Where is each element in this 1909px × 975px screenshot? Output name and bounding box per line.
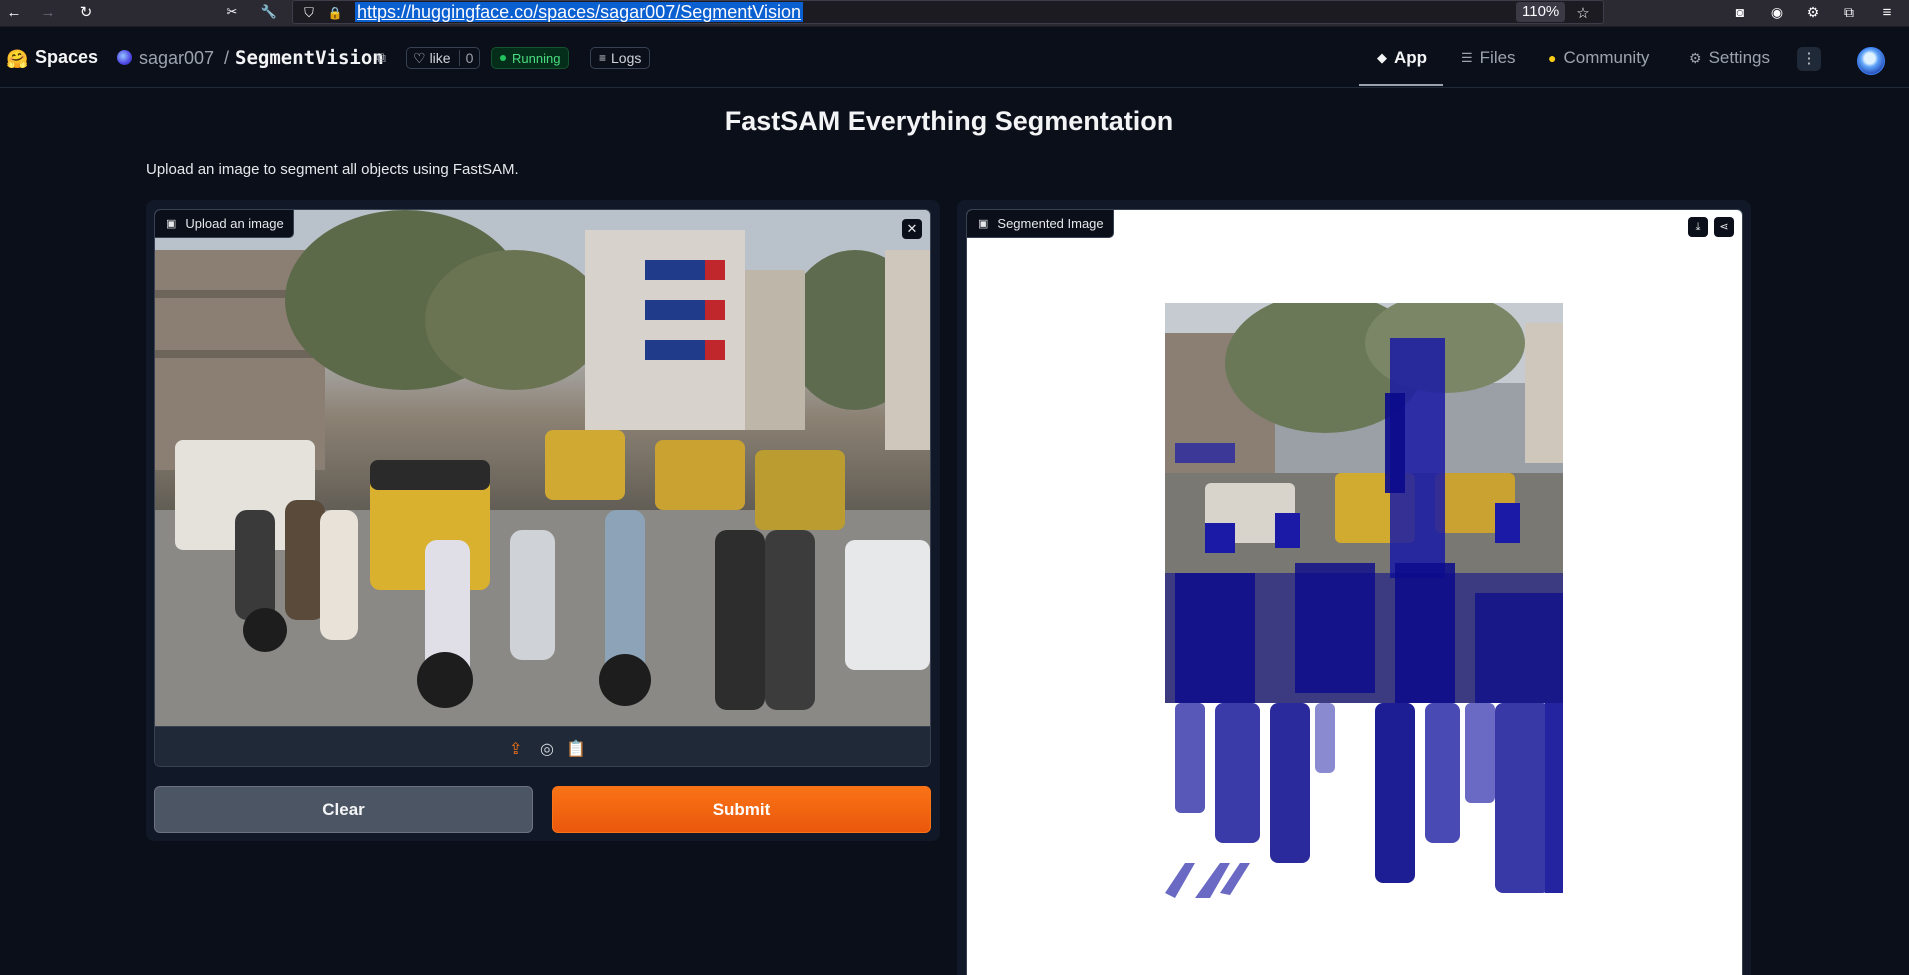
puzzle-icon[interactable]: ⧉ (1840, 0, 1858, 24)
page-title: FastSAM Everything Segmentation (724, 106, 1174, 136)
cube-icon: ◆ (1377, 50, 1387, 65)
upload-label: ▣ Upload an image (155, 210, 294, 238)
tracking-icon[interactable]: ✂ (222, 0, 242, 24)
logs-label: Logs (611, 50, 642, 66)
page-description: Upload an image to segment all objects u… (146, 161, 519, 178)
back-icon[interactable]: ← (4, 0, 24, 24)
status-dot-icon (500, 55, 506, 61)
share-icon[interactable]: ⋖ (1714, 217, 1734, 237)
clear-button[interactable]: Clear (154, 786, 533, 833)
owner-avatar (117, 50, 132, 65)
submit-button[interactable]: Submit (552, 786, 931, 833)
upload-source-toolbar: ⇪ ◎ 📋 (155, 726, 930, 766)
user-avatar[interactable] (1857, 47, 1885, 75)
hf-header: 🤗 Spaces sagar007 / SegmentVision ⧉ ♡ li… (0, 27, 1909, 88)
like-label: like (429, 50, 451, 66)
zoom-level[interactable]: 110% (1516, 2, 1566, 22)
tab-community-label: Community (1563, 48, 1650, 67)
output-panel: ▣ Segmented Image ⤓ ⋖ (957, 200, 1751, 975)
reload-icon[interactable]: ↻ (76, 0, 96, 24)
like-button[interactable]: ♡ like 0 (406, 47, 481, 69)
url-text[interactable]: https://huggingface.co/spaces/sagar007/S… (355, 2, 803, 22)
image-icon: ▣ (166, 218, 177, 230)
copy-icon[interactable]: ⧉ (376, 49, 386, 66)
files-icon: ☰ (1461, 50, 1473, 65)
forward-icon[interactable]: → (38, 0, 58, 24)
logs-button[interactable]: ≡ Logs (590, 47, 651, 69)
active-tab-indicator (1359, 84, 1443, 86)
clipboard-icon[interactable]: 📋 (566, 739, 586, 759)
upload-icon[interactable]: ⇪ (509, 739, 522, 759)
repo-owner-link[interactable]: sagar007 (139, 48, 214, 69)
webcam-icon[interactable]: ◎ (540, 739, 554, 759)
star-icon[interactable]: ☆ (1573, 1, 1593, 25)
segmented-image (1165, 303, 1563, 900)
wrench-icon[interactable]: 🔧 (260, 0, 278, 24)
image-upload[interactable]: ▣ Upload an image ✕ ⇪ ◎ 📋 (154, 209, 931, 767)
tab-community[interactable]: ● Community (1548, 48, 1649, 68)
more-options-icon[interactable]: ⋮ (1797, 47, 1821, 71)
output-label-text: Segmented Image (997, 216, 1104, 231)
logs-icon: ≡ (599, 51, 607, 65)
segmented-image-output: ▣ Segmented Image ⤓ ⋖ (966, 209, 1743, 975)
status-text: Running (512, 50, 561, 66)
tab-settings[interactable]: ⚙ Settings (1689, 48, 1770, 68)
tab-app-label: App (1394, 48, 1428, 67)
upload-label-text: Upload an image (185, 216, 284, 231)
lock-icon[interactable]: 🔒 (327, 1, 343, 25)
heart-icon: ♡ (413, 49, 426, 66)
spaces-link[interactable]: Spaces (35, 47, 98, 68)
status-badge[interactable]: Running (491, 47, 570, 69)
output-label: ▣ Segmented Image (967, 210, 1114, 238)
image-icon: ▣ (978, 218, 989, 230)
repo-separator: / (224, 48, 230, 68)
like-count: 0 (458, 50, 480, 66)
tab-app[interactable]: ◆ App (1377, 48, 1427, 68)
repo-name-link[interactable]: SegmentVision (235, 47, 384, 69)
tab-files[interactable]: ☰ Files (1461, 48, 1516, 68)
extension-icon[interactable]: ⚙ (1804, 0, 1822, 24)
pocket-icon[interactable]: ◙ (1731, 0, 1749, 24)
tab-files-label: Files (1479, 48, 1516, 67)
menu-icon[interactable]: ≡ (1878, 0, 1896, 24)
shield-icon[interactable]: ⛉ (301, 1, 317, 25)
gear-icon: ⚙ (1689, 49, 1702, 66)
address-bar[interactable]: ⛉ 🔒 https://huggingface.co/spaces/sagar0… (292, 0, 1604, 24)
uploaded-image (155, 210, 930, 726)
input-panel: ▣ Upload an image ✕ ⇪ ◎ 📋 Clear Submit (146, 200, 940, 841)
community-icon: ● (1548, 50, 1557, 66)
download-icon[interactable]: ⤓ (1688, 217, 1708, 237)
hf-logo-icon[interactable]: 🤗 (6, 49, 28, 70)
account-icon[interactable]: ◉ (1768, 0, 1786, 24)
tab-settings-label: Settings (1708, 48, 1770, 67)
close-icon[interactable]: ✕ (902, 219, 922, 239)
browser-toolbar: ← → ↻ ✂ 🔧 ⛉ 🔒 https://huggingface.co/spa… (0, 0, 1909, 27)
